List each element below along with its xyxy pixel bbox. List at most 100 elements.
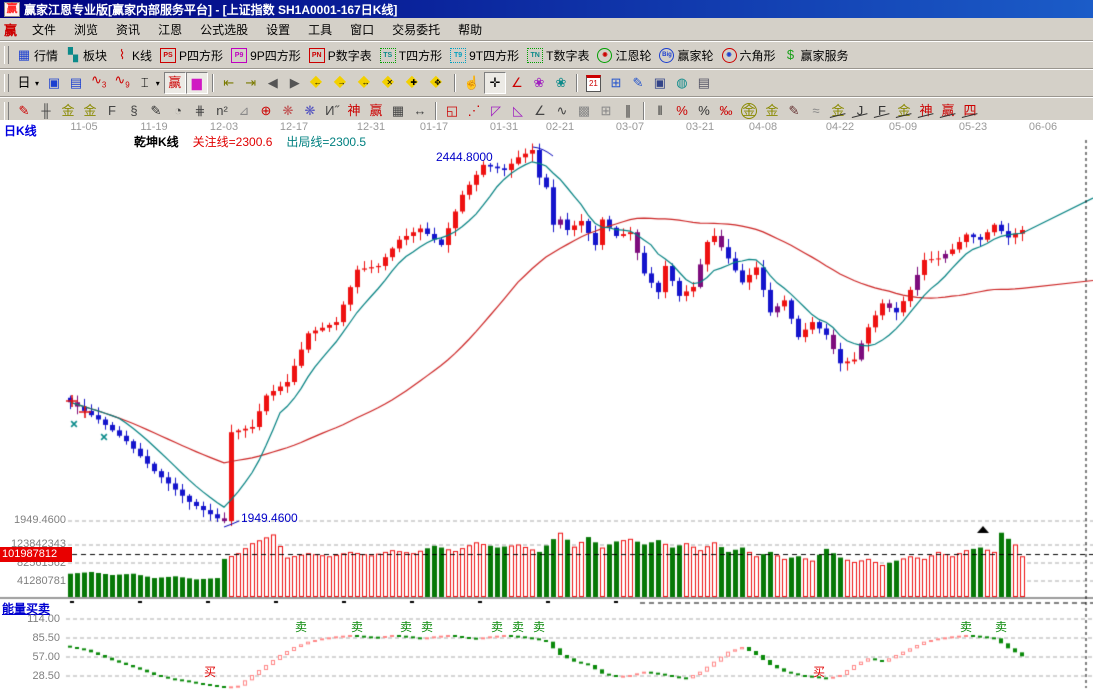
menu-gann[interactable]: 江恩 <box>149 21 191 39</box>
tool-calendar[interactable]: 21 <box>582 72 605 94</box>
tool-wave-9[interactable]: ∿9 <box>110 72 133 94</box>
candle-style-dropdown-arrow-icon[interactable]: ▾ <box>156 79 160 88</box>
tool-f-square[interactable]: F <box>101 100 123 122</box>
menu-tools[interactable]: 工具 <box>299 21 341 39</box>
tool-percent-level[interactable]: ‰ <box>715 100 737 122</box>
tool-zoom-all[interactable]: ◆ ✥ <box>426 72 450 94</box>
tool-j-angle[interactable]: J <box>849 100 871 122</box>
tool-parallel-lines[interactable]: ∥ <box>617 100 639 122</box>
menu-file[interactable]: 文件 <box>23 21 65 39</box>
toolbar-button-p-number-table[interactable]: PN P数字表 <box>305 44 376 66</box>
tool-fan-square-dense[interactable]: ◺ <box>507 100 529 122</box>
tool-spiral[interactable]: § <box>123 100 145 122</box>
chart-canvas[interactable] <box>0 120 1093 692</box>
tool-volume-profile[interactable]: ▆ <box>185 72 208 94</box>
tool-grid-scale[interactable]: ╫ <box>35 100 57 122</box>
tool-zoom-x[interactable]: ◆ ✕ <box>378 72 402 94</box>
tool-f-angle[interactable]: F <box>871 100 893 122</box>
toolbar-grip[interactable] <box>4 74 9 92</box>
tool-web-blue[interactable]: ❋ <box>299 100 321 122</box>
mdi-child-icon[interactable]: 赢 <box>0 20 23 39</box>
toolbar-button-p-square[interactable]: PS P四方形 <box>156 44 227 66</box>
tool-price-ruler[interactable]: ▦ <box>387 100 409 122</box>
tool-god-square[interactable]: 神 <box>343 100 365 122</box>
tool-next-bar[interactable]: ▶ <box>284 72 306 94</box>
tool-multi-angle[interactable]: ∠ <box>529 100 551 122</box>
toolbar-button-9t-square[interactable]: T9 9T四方形 <box>446 44 523 66</box>
tool-n-square[interactable]: n² <box>211 100 233 122</box>
tool-gann-fan[interactable]: ⋰ <box>463 100 485 122</box>
menu-trade[interactable]: 交易委托 <box>383 21 449 39</box>
tool-gold-square-9[interactable]: 金 <box>79 100 101 122</box>
tool-w-wave[interactable]: ∿ <box>551 100 573 122</box>
toolbar-grip[interactable] <box>4 46 9 64</box>
menu-formula-pick[interactable]: 公式选股 <box>191 21 257 39</box>
tool-mirror-angle[interactable]: ⊿ <box>233 100 255 122</box>
tool-time-circle[interactable]: ◔ <box>167 100 189 122</box>
tool-gold-angle[interactable]: 金 <box>893 100 915 122</box>
tool-grid-web-2[interactable]: ⊞ <box>595 100 617 122</box>
toolbar-button-t-number-table[interactable]: TN T数字表 <box>523 44 593 66</box>
tool-width-measure[interactable]: ↔ <box>409 100 431 122</box>
tool-save-disk[interactable]: ▣ <box>649 72 671 94</box>
toolbar-button-t-square[interactable]: TS T四方形 <box>376 44 446 66</box>
tool-info-list[interactable]: ▤ <box>65 72 87 94</box>
tool-percent[interactable]: % <box>693 100 715 122</box>
tool-flower-teal[interactable]: ❀ <box>550 72 572 94</box>
toolbar-button-sectors[interactable]: ▚ 板块 <box>62 44 111 66</box>
tool-tick-ruler[interactable]: ⋕ <box>189 100 211 122</box>
tool-chart-window[interactable]: ▣ <box>43 72 65 94</box>
tool-calculator[interactable]: ⊞ <box>605 72 627 94</box>
period-day-dropdown-arrow-icon[interactable]: ▾ <box>35 79 39 88</box>
tool-pen-compass[interactable]: ✎ <box>13 100 35 122</box>
tool-zoom-left[interactable]: ◆ ← <box>306 72 330 94</box>
tool-percent-retrace[interactable]: % <box>671 100 693 122</box>
toolbar-button-kline[interactable]: ⌇ K线 <box>111 44 156 66</box>
tool-notepad[interactable]: ✎ <box>627 72 649 94</box>
tool-grid-web[interactable]: ▩ <box>573 100 595 122</box>
toolbar-button-hexagon[interactable]: ◉ 六角形 <box>718 44 780 66</box>
toolbar-grip[interactable] <box>4 102 9 120</box>
menu-browse[interactable]: 浏览 <box>65 21 107 39</box>
tool-target-circle[interactable]: ⊕ <box>255 100 277 122</box>
tool-marker-pen[interactable]: ✎ <box>145 100 167 122</box>
menu-settings[interactable]: 设置 <box>257 21 299 39</box>
tool-printer[interactable]: ▤ <box>693 72 715 94</box>
tool-zoom-plus[interactable]: ◆ ✚ <box>402 72 426 94</box>
toolbar-button-gann-wheel[interactable]: ◉ 江恩轮 <box>593 44 655 66</box>
tool-gold-ray[interactable]: 金 <box>827 100 849 122</box>
tool-gold-square[interactable]: 金 <box>57 100 79 122</box>
tool-god-angle[interactable]: 神 <box>915 100 937 122</box>
tool-zoom-h[interactable]: ◆ ↔ <box>354 72 378 94</box>
tool-compare-bars[interactable]: ‖ <box>649 100 671 122</box>
tool-prev-bar[interactable]: ◀ <box>262 72 284 94</box>
tool-zoom-right[interactable]: ◆ → <box>330 72 354 94</box>
toolbar-button-winner-service[interactable]: $ 赢家服务 <box>780 44 853 66</box>
tool-win-angle[interactable]: 赢 <box>937 100 959 122</box>
tool-last-page[interactable]: ⇥ <box>240 72 262 94</box>
tool-candle-style[interactable]: ⌶ ▾ <box>134 72 164 94</box>
tool-first-page[interactable]: ⇤ <box>218 72 240 94</box>
tool-fan-square[interactable]: ◸ <box>485 100 507 122</box>
tool-flower-purple[interactable]: ❀ <box>528 72 550 94</box>
tool-gold-level[interactable]: 金 <box>761 100 783 122</box>
tool-k-quote[interactable]: И˝ <box>321 100 343 122</box>
tool-box-select[interactable]: ◱ <box>441 100 463 122</box>
tool-win-square[interactable]: 赢 <box>365 100 387 122</box>
menu-news[interactable]: 资讯 <box>107 21 149 39</box>
tool-period-day[interactable]: 日 ▾ <box>13 72 43 94</box>
toolbar-button-winner-wheel[interactable]: Big 赢家轮 <box>655 44 717 66</box>
tool-crosshair[interactable]: ✛ <box>483 72 506 94</box>
tool-web-red[interactable]: ❋ <box>277 100 299 122</box>
tool-price-channel[interactable]: ≈ <box>805 100 827 122</box>
tool-net-save[interactable]: ◍ <box>671 72 693 94</box>
tool-win-mark[interactable]: 赢 <box>163 72 186 94</box>
toolbar-button-9p-square[interactable]: P9 9P四方形 <box>227 44 305 66</box>
tool-four-angle[interactable]: 四 <box>959 100 981 122</box>
tool-gold-circle[interactable]: 金 <box>737 100 761 122</box>
tool-hand-drag[interactable]: ☝ <box>460 72 484 94</box>
menu-window[interactable]: 窗口 <box>341 21 383 39</box>
menu-help[interactable]: 帮助 <box>449 21 491 39</box>
tool-wave-3[interactable]: ∿3 <box>87 72 110 94</box>
toolbar-button-quotes[interactable]: ▦ 行情 <box>13 44 62 66</box>
